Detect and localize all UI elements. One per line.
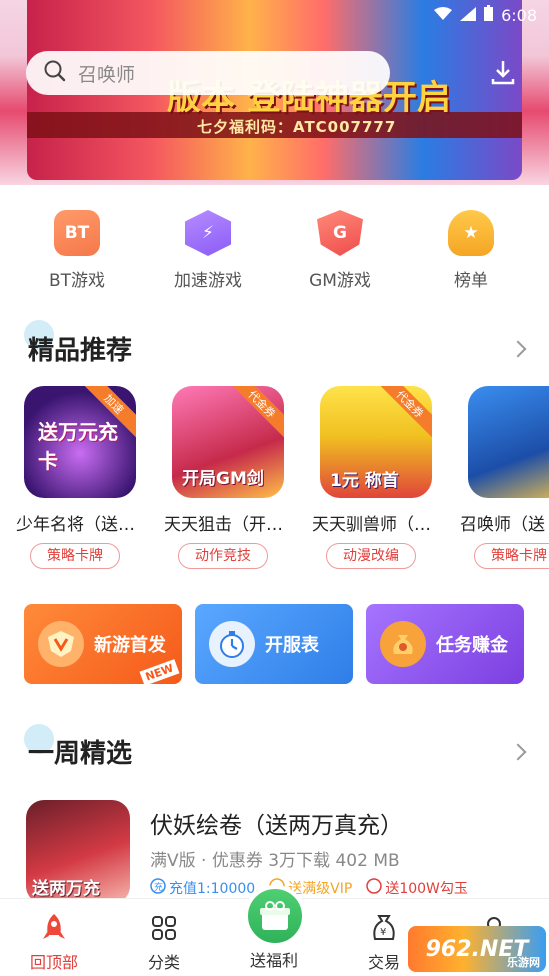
signal-icon	[460, 6, 477, 25]
battery-icon	[484, 5, 494, 25]
bt-icon: BT	[54, 210, 100, 256]
site-watermark: 962.NET 乐游网	[408, 926, 546, 972]
banner-headline: 七夕福利码：ATC007777	[197, 118, 397, 136]
quick-link-label: GM游戏	[309, 271, 371, 291]
game-ribbon: 加速	[76, 386, 136, 446]
promo-label: 新游首发	[94, 635, 166, 656]
promo-tasks[interactable]: 任务赚金	[366, 604, 524, 684]
game-category-badge[interactable]: 动漫改编	[326, 543, 416, 569]
game-icon	[468, 386, 549, 498]
featured-games: 送万元充卡 加速 少年名将（送… 策略卡牌 开局GM剑 代金券 天天狙击（开… …	[0, 386, 549, 576]
money-bag-icon	[380, 621, 426, 667]
lightning-icon: ⚡	[185, 210, 231, 256]
search-icon	[44, 60, 66, 86]
game-icon: 1元 称首 代金券	[320, 386, 432, 498]
game-icon: 开局GM剑 代金券	[172, 386, 284, 498]
game-name: 天天狙击（开…	[164, 515, 283, 535]
wifi-icon	[434, 6, 453, 25]
weekly-title: 一周精选	[28, 739, 133, 769]
gift-icon	[366, 878, 383, 898]
game-category-badge[interactable]: 策略卡牌	[30, 543, 120, 569]
game-name: 伏妖绘卷（送两万真充）	[150, 813, 403, 839]
quick-link-label: BT游戏	[48, 271, 106, 291]
promo-new-games[interactable]: 新游首发 NEW	[24, 604, 182, 686]
game-meta: 满V版 · 优惠券 3万下载 402 MB	[150, 851, 400, 871]
game-tags: 充 充值1:10000 送满级VIP 送100W勾玉	[150, 878, 468, 898]
tab-back-to-top[interactable]: 回顶部	[14, 913, 94, 973]
stopwatch-icon	[209, 621, 255, 667]
game-name: 召唤师（送	[460, 515, 545, 535]
tab-categories[interactable]: 分类	[124, 913, 204, 973]
game-card[interactable]: 召唤师（送 策略卡牌	[454, 386, 549, 569]
weekly-more-chevron-icon[interactable]	[509, 743, 527, 761]
new-badge: NEW	[139, 659, 180, 686]
game-card[interactable]: 送万元充卡 加速 少年名将（送… 策略卡牌	[10, 386, 140, 569]
status-bar: 6:08	[0, 0, 549, 30]
game-name: 少年名将（送…	[16, 515, 135, 535]
gift-box-icon[interactable]	[244, 885, 306, 947]
grid-icon	[124, 913, 204, 943]
quick-link-label: 榜单	[454, 271, 488, 291]
featured-more-chevron-icon[interactable]	[509, 340, 527, 358]
rocket-icon	[14, 913, 94, 943]
game-category-badge[interactable]: 动作竞技	[178, 543, 268, 569]
svg-text:¥: ¥	[380, 927, 386, 938]
recharge-icon: 充	[150, 878, 166, 898]
game-ribbon: 代金券	[224, 386, 284, 446]
quick-link-bt[interactable]: BT BT游戏	[27, 210, 127, 291]
quick-link-gm[interactable]: G GM游戏	[290, 210, 390, 291]
game-card[interactable]: 1元 称首 代金券 天天驯兽师（… 动漫改编	[306, 386, 436, 569]
game-art-text: 送两万充	[32, 879, 100, 899]
watermark-sub: 乐游网	[507, 956, 540, 969]
clock: 6:08	[501, 5, 537, 25]
game-name: 天天驯兽师（…	[312, 515, 431, 535]
game-card[interactable]: 开局GM剑 代金券 天天狙击（开… 动作竞技	[158, 386, 288, 569]
game-ribbon: 代金券	[372, 386, 432, 446]
quick-links: BT BT游戏 ⚡ 加速游戏 G GM游戏 ★ 榜单	[0, 210, 549, 291]
search-input[interactable]: 召唤师	[78, 60, 135, 87]
game-category-badge[interactable]: 策略卡牌	[474, 543, 549, 569]
quick-link-speed[interactable]: ⚡ 加速游戏	[158, 210, 258, 291]
tag-recharge: 充 充值1:10000	[150, 878, 255, 898]
tag-gift: 送100W勾玉	[366, 878, 468, 898]
gm-shield-icon: G	[317, 210, 363, 256]
game-icon: 送万元充卡 加速	[24, 386, 136, 498]
shield-v-icon	[38, 621, 84, 667]
featured-title: 精品推荐	[28, 336, 133, 366]
quick-link-label: 加速游戏	[174, 271, 242, 291]
game-art-text: 开局GM剑	[182, 469, 264, 489]
promo-label: 任务赚金	[436, 635, 508, 656]
search-bar[interactable]: 召唤师	[26, 51, 390, 95]
promo-label: 开服表	[265, 635, 319, 656]
game-art-text: 1元 称首	[330, 471, 399, 491]
quick-link-ranking[interactable]: ★ 榜单	[421, 210, 521, 291]
download-manager-button[interactable]	[485, 56, 521, 92]
trophy-icon: ★	[448, 210, 494, 256]
download-icon	[488, 57, 518, 91]
svg-text:充: 充	[154, 881, 163, 893]
promo-server-list[interactable]: 开服表	[195, 604, 353, 684]
tab-welfare[interactable]: 送福利	[234, 947, 314, 971]
game-icon: 送两万充	[26, 800, 130, 904]
